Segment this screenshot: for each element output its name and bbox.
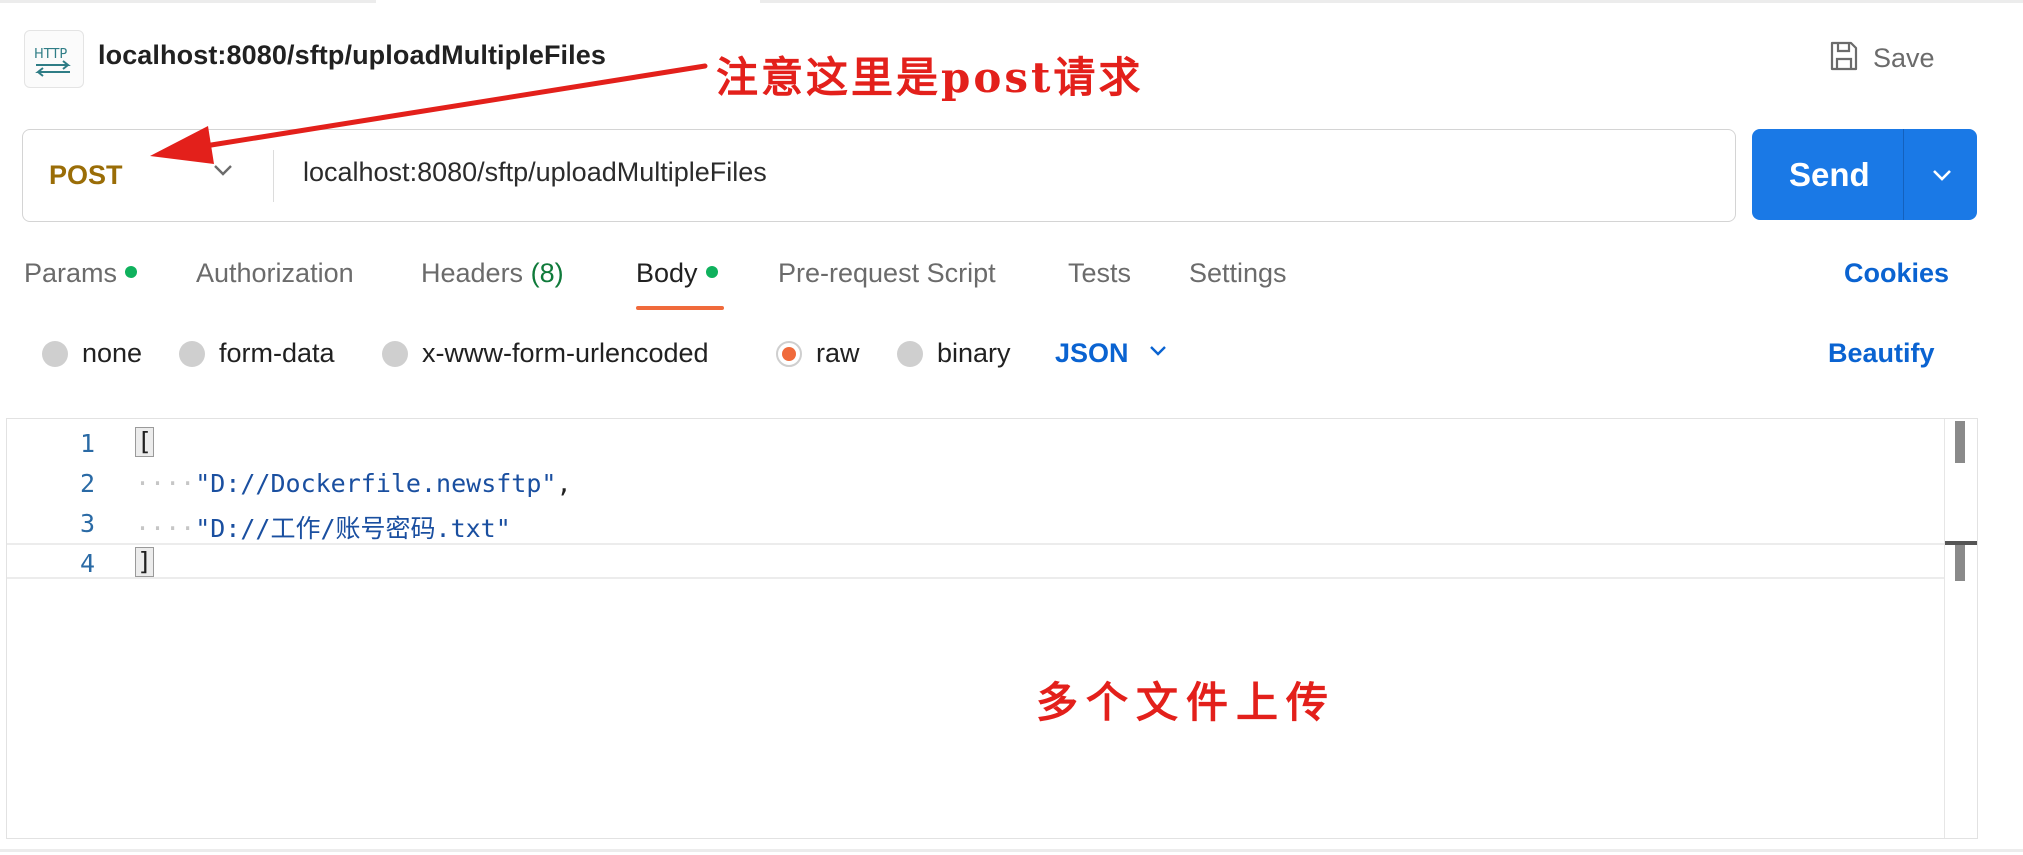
chevron-down-icon[interactable] — [211, 158, 235, 187]
tab-label: Settings — [1189, 258, 1287, 288]
radio-circle — [897, 340, 923, 367]
request-title[interactable]: localhost:8080/sftp/uploadMultipleFiles — [98, 40, 606, 71]
tab-headers[interactable]: Headers (8) — [421, 258, 564, 289]
tab-label: Pre-request Script — [778, 258, 996, 288]
http-method-select[interactable]: POST — [49, 160, 123, 191]
comma: , — [556, 469, 572, 498]
annotation-method-note: 注意这里是post请求 — [716, 53, 1144, 102]
raw-format-select[interactable]: JSON — [1055, 338, 1169, 369]
indent-dots: ···· — [135, 514, 196, 543]
active-tab-strip — [376, 0, 760, 3]
tab-count: (8) — [530, 258, 564, 288]
line-number: 3 — [79, 509, 95, 538]
bottom-border — [0, 849, 2023, 852]
tab-label: Headers — [421, 258, 524, 288]
string-value: "D://Dockerfile.newsftp" — [195, 469, 557, 498]
top-border — [0, 0, 2023, 3]
beautify-link[interactable]: Beautify — [1828, 338, 1935, 369]
radio-label: none — [82, 338, 143, 368]
tab-params[interactable]: Params — [24, 258, 138, 289]
radio-raw[interactable]: raw — [776, 338, 860, 369]
radio-label: form-data — [219, 338, 335, 368]
line-number: 4 — [79, 549, 95, 578]
code-line: ····"D://工作/账号密码.txt" — [135, 509, 511, 545]
indent-dots: ···· — [135, 469, 196, 498]
radio-circle — [179, 340, 205, 367]
bracket-match: [ — [135, 427, 155, 457]
send-divider — [1903, 129, 1904, 220]
scrollbar-thumb[interactable] — [1955, 421, 1965, 463]
tab-label: Tests — [1068, 258, 1132, 288]
url-input[interactable]: localhost:8080/sftp/uploadMultipleFiles — [303, 157, 767, 188]
radio-circle — [42, 340, 68, 367]
active-tab-underline — [636, 306, 724, 310]
send-label: Send — [1789, 156, 1870, 193]
line-number-gutter: 1 2 3 4 — [7, 419, 127, 838]
code-area[interactable]: [ ····"D://Dockerfile.newsftp", ····"D:/… — [135, 419, 1943, 838]
save-label: Save — [1873, 42, 1935, 73]
tab-settings[interactable]: Settings — [1189, 258, 1287, 289]
body-editor[interactable]: 1 2 3 4 [ ····"D://Dockerfile.newsftp", … — [6, 418, 1978, 839]
radio-label: binary — [937, 338, 1011, 368]
http-icon-label: HTTP — [34, 47, 67, 62]
tab-label: Body — [636, 258, 698, 288]
tab-body[interactable]: Body — [636, 258, 718, 289]
tab-label: Authorization — [196, 258, 354, 288]
status-dot — [125, 266, 138, 278]
cookies-link[interactable]: Cookies — [1844, 258, 1949, 289]
raw-format-label: JSON — [1055, 338, 1129, 368]
radio-form-data[interactable]: form-data — [179, 338, 335, 369]
tab-pre-request-script[interactable]: Pre-request Script — [778, 258, 996, 289]
code-line: ····"D://Dockerfile.newsftp", — [135, 469, 572, 498]
radio-none[interactable]: none — [42, 338, 142, 369]
annotation-body-note: 多个文件上传 — [1036, 678, 1337, 727]
url-bar: POST localhost:8080/sftp/uploadMultipleF… — [22, 129, 1736, 222]
radio-label: x-www-form-urlencoded — [422, 338, 709, 368]
radio-label: raw — [816, 338, 860, 368]
radio-circle-selected — [776, 340, 802, 367]
editor-scrollbar[interactable] — [1944, 419, 1977, 838]
body-type-options: none form-data x-www-form-urlencoded raw… — [0, 332, 2023, 382]
save-button[interactable]: Save — [1829, 36, 1935, 80]
scrollbar-cursor-marker — [1955, 545, 1965, 581]
http-request-icon: HTTP — [24, 30, 84, 88]
chevron-down-icon[interactable] — [1928, 161, 1956, 194]
radio-x-www-form-urlencoded[interactable]: x-www-form-urlencoded — [382, 338, 709, 369]
chevron-down-icon — [1147, 338, 1169, 369]
status-dot — [705, 266, 718, 278]
tab-label: Params — [24, 258, 118, 288]
save-icon — [1829, 40, 1859, 77]
url-divider — [273, 150, 274, 202]
code-line: ] — [135, 547, 155, 577]
bracket-match: ] — [135, 547, 155, 577]
string-value: "D://工作/账号密码.txt" — [195, 514, 511, 543]
line-number: 2 — [79, 469, 95, 498]
tab-tests[interactable]: Tests — [1068, 258, 1131, 289]
code-line: [ — [135, 427, 155, 457]
request-tabs: Params Authorization Headers (8) Body Pr… — [0, 254, 2023, 312]
tab-authorization[interactable]: Authorization — [196, 258, 354, 289]
radio-circle — [382, 340, 408, 367]
radio-binary[interactable]: binary — [897, 338, 1011, 369]
line-number: 1 — [79, 429, 95, 458]
send-button[interactable]: Send — [1752, 129, 1977, 220]
